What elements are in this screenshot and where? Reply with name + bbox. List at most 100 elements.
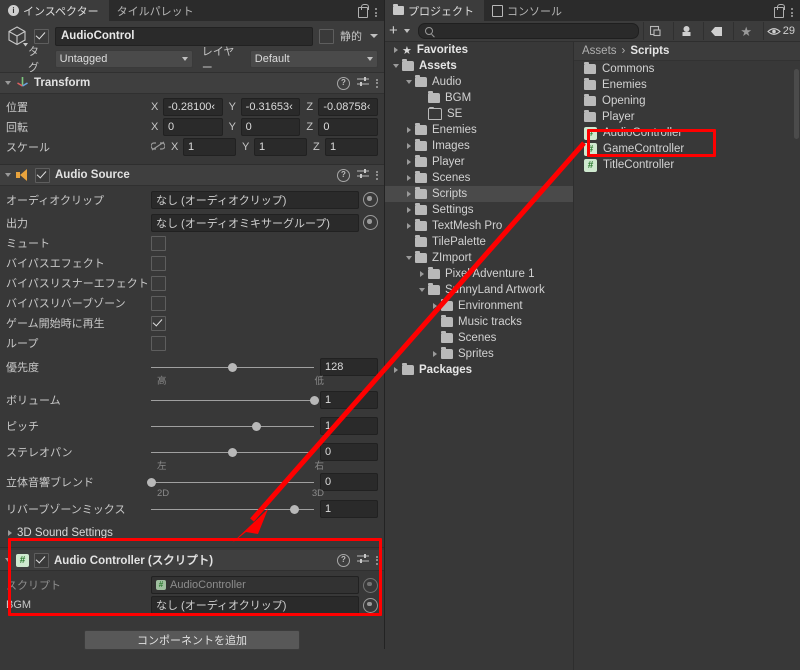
tag-dropdown[interactable]: Untagged	[54, 49, 193, 68]
bgm-field[interactable]: なし (オーディオクリップ)	[151, 596, 359, 614]
kebab-menu-icon[interactable]	[791, 8, 793, 17]
link-broken-icon[interactable]	[150, 141, 166, 154]
foldout-arrow-icon[interactable]	[389, 47, 402, 53]
slider-handle[interactable]	[309, 395, 319, 405]
asset-item-player[interactable]: Player	[574, 109, 800, 125]
audio-clip-field[interactable]: なし (オーディオクリップ)	[151, 190, 359, 209]
foldout-arrow-icon[interactable]	[428, 303, 441, 309]
tree-item-sunnyland-artwork[interactable]: SunnyLand Artwork	[385, 282, 573, 298]
add-component-button[interactable]: コンポーネントを追加	[84, 630, 300, 650]
foldout-arrow-icon[interactable]	[402, 207, 415, 213]
transform-header[interactable]: Transform ?	[0, 73, 384, 94]
tree-item-se[interactable]: SE	[385, 106, 573, 122]
asset-item-commons[interactable]: Commons	[574, 61, 800, 77]
slider-handle[interactable]	[228, 362, 237, 372]
output-field[interactable]: なし (オーディオミキサーグループ)	[151, 213, 359, 232]
search-input[interactable]	[417, 23, 639, 39]
foldout-arrow-icon[interactable]	[5, 558, 11, 562]
rotation-z-input[interactable]: 0	[318, 118, 379, 136]
preset-sliders-icon[interactable]	[357, 168, 369, 182]
tab-tile-palette[interactable]: タイルパレット	[108, 0, 204, 21]
stereo-pan-value[interactable]: 0	[320, 443, 378, 461]
rotation-y-input[interactable]: 0	[240, 118, 301, 136]
save-search-icon[interactable]	[642, 22, 669, 40]
preset-sliders-icon[interactable]	[357, 553, 369, 567]
tab-project[interactable]: プロジェクト	[385, 0, 484, 21]
reverb-zone-mix-slider[interactable]	[151, 501, 314, 517]
breadcrumb-root[interactable]: Assets	[582, 45, 617, 57]
pitch-value[interactable]: 1	[320, 417, 378, 435]
foldout-arrow-icon[interactable]	[402, 223, 415, 229]
tree-item-environment[interactable]: Environment	[385, 298, 573, 314]
scale-x-input[interactable]: 1	[183, 138, 236, 156]
tree-item-scripts[interactable]: Scripts	[385, 186, 573, 202]
foldout-arrow-icon[interactable]	[389, 367, 402, 373]
visibility-eye-button[interactable]: 29	[762, 22, 798, 40]
kebab-menu-icon[interactable]	[376, 78, 378, 88]
stereo-pan-slider[interactable]	[151, 444, 314, 460]
tree-item-zimport[interactable]: ZImport	[385, 250, 573, 266]
gameobject-name-input[interactable]: AudioControl	[55, 26, 313, 46]
filter-label-icon[interactable]	[702, 22, 729, 40]
foldout-arrow-icon[interactable]	[415, 288, 428, 292]
object-picker-icon[interactable]	[363, 597, 378, 613]
tab-console[interactable]: コンソール	[484, 0, 572, 21]
kebab-menu-icon[interactable]	[375, 8, 377, 17]
spatial-blend-slider[interactable]	[146, 474, 314, 490]
tree-item-pixel-adventure-1[interactable]: Pixel Adventure 1	[385, 266, 573, 282]
priority-slider[interactable]	[151, 359, 314, 375]
slider-handle[interactable]	[228, 447, 237, 457]
spatial-blend-value[interactable]: 0	[320, 473, 378, 491]
favorite-star-icon[interactable]: ★	[732, 22, 759, 40]
help-icon[interactable]: ?	[337, 76, 350, 90]
filter-type-icon[interactable]	[672, 22, 699, 40]
tree-item-tilepalette[interactable]: TilePalette	[385, 234, 573, 250]
foldout-arrow-icon[interactable]	[402, 256, 415, 260]
tree-item-images[interactable]: Images	[385, 138, 573, 154]
audio-controller-header[interactable]: # Audio Controller (スクリプト) ?	[0, 550, 384, 571]
asset-item-enemies[interactable]: Enemies	[574, 77, 800, 93]
priority-value[interactable]: 128	[320, 358, 378, 376]
scale-y-input[interactable]: 1	[254, 138, 307, 156]
static-checkbox[interactable]	[319, 28, 334, 44]
tree-item-favorites[interactable]: ★ Favorites	[385, 42, 573, 58]
asset-item-titlecontroller[interactable]: # TitleController	[574, 157, 800, 173]
rotation-x-input[interactable]: 0	[163, 118, 223, 136]
tree-item-scenes[interactable]: Scenes	[385, 330, 573, 346]
foldout-arrow-icon[interactable]	[402, 80, 415, 84]
add-asset-button[interactable]: +	[387, 23, 400, 38]
help-icon[interactable]: ?	[337, 168, 350, 182]
lock-open-icon[interactable]	[774, 4, 785, 18]
mute-checkbox[interactable]	[151, 235, 166, 251]
foldout-arrow-icon[interactable]	[5, 173, 11, 177]
layer-dropdown[interactable]: Default	[249, 49, 378, 68]
tree-item-assets[interactable]: Assets	[385, 58, 573, 74]
foldout-arrow-icon[interactable]	[402, 127, 415, 133]
preset-sliders-icon[interactable]	[357, 76, 369, 90]
project-scrollbar[interactable]	[794, 69, 799, 139]
play-on-awake-checkbox[interactable]	[151, 315, 166, 331]
foldout-arrow-icon[interactable]	[415, 271, 428, 277]
foldout-arrow-icon[interactable]	[402, 191, 415, 197]
bypass-listener-effects-checkbox[interactable]	[151, 275, 166, 291]
tree-item-music-tracks[interactable]: Music tracks	[385, 314, 573, 330]
tree-item-packages[interactable]: Packages	[385, 362, 573, 378]
audio-source-enabled-checkbox[interactable]	[35, 167, 50, 183]
slider-handle[interactable]	[289, 504, 299, 514]
help-icon[interactable]: ?	[337, 553, 350, 567]
loop-checkbox[interactable]	[151, 335, 166, 351]
object-picker-icon[interactable]	[363, 215, 378, 230]
asset-item-audiocontroller[interactable]: # AudioController	[574, 125, 800, 141]
volume-slider[interactable]	[151, 392, 319, 408]
tab-inspector[interactable]: i インスペクター	[0, 0, 109, 21]
foldout-arrow-icon[interactable]	[402, 175, 415, 181]
audio-source-header[interactable]: Audio Source ?	[0, 165, 384, 186]
lock-open-icon[interactable]	[358, 4, 369, 18]
kebab-menu-icon[interactable]	[376, 555, 378, 565]
object-picker-icon[interactable]	[363, 192, 378, 207]
tree-item-player[interactable]: Player	[385, 154, 573, 170]
pitch-slider[interactable]	[151, 418, 314, 434]
tree-item-settings[interactable]: Settings	[385, 202, 573, 218]
foldout-arrow-icon[interactable]	[428, 351, 441, 357]
bypass-reverb-zones-checkbox[interactable]	[151, 295, 166, 311]
